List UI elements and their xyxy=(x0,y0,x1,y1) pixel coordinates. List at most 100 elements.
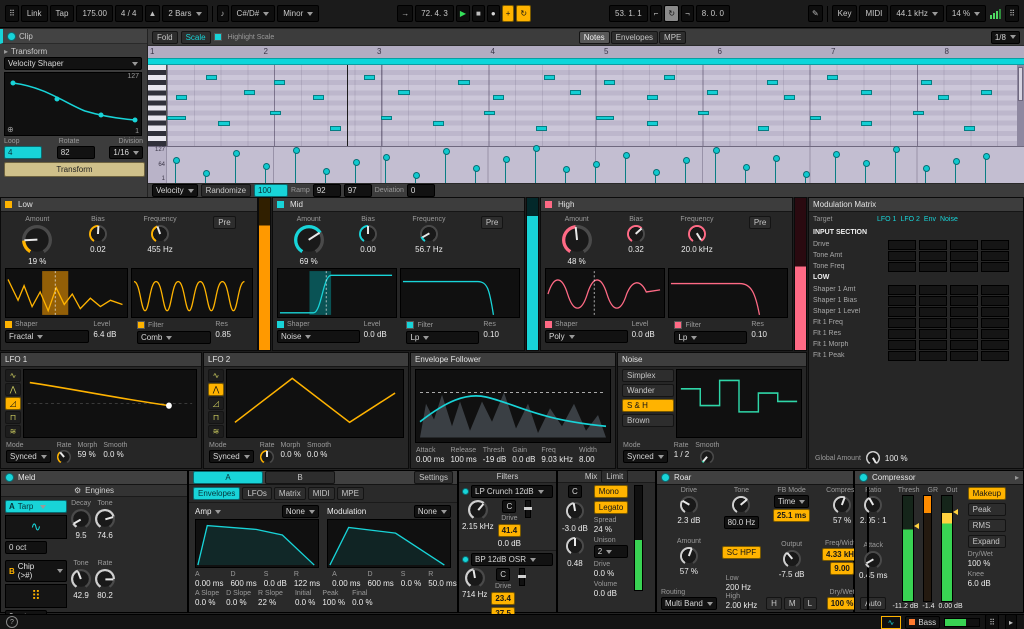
grid-resolution-menu[interactable]: 1/8 xyxy=(991,31,1020,44)
midi-note[interactable] xyxy=(570,90,581,95)
ramp-to-field[interactable]: 97 xyxy=(344,184,372,197)
clip-activator-icon[interactable] xyxy=(7,32,16,41)
midi-note[interactable] xyxy=(784,95,795,100)
bias-knob[interactable] xyxy=(627,225,645,243)
beat-time-ruler[interactable]: 12345678 xyxy=(148,46,1024,58)
param-value[interactable]: 122 ms xyxy=(294,579,320,588)
midi-note[interactable] xyxy=(596,116,615,121)
device-activator[interactable] xyxy=(5,473,14,482)
matrix-amount-cell[interactable] xyxy=(981,251,1009,261)
midi-note[interactable] xyxy=(330,126,341,131)
fb-mode-menu[interactable]: Time xyxy=(774,495,809,508)
velocity-stem[interactable] xyxy=(535,149,536,183)
midi-note[interactable] xyxy=(861,90,872,95)
menu-icon[interactable]: ⠿ xyxy=(5,5,19,22)
matrix-amount-cell[interactable] xyxy=(919,262,947,272)
dry-wet-value[interactable]: 100 % xyxy=(968,559,1006,568)
macro-value[interactable]: 9.5 xyxy=(75,531,86,540)
tempo-field[interactable]: 175.00 xyxy=(76,5,112,22)
ratio-knob[interactable] xyxy=(864,496,882,514)
loop-length-field[interactable]: 8. 0. 0 xyxy=(696,5,730,22)
velocity-stem[interactable] xyxy=(445,152,446,183)
midi-note[interactable] xyxy=(938,95,949,100)
matrix-amount-cell[interactable] xyxy=(888,351,916,361)
mix-drive-value[interactable]: 0.0 % xyxy=(594,569,628,578)
limit-button[interactable]: Limit xyxy=(601,470,628,483)
velocity-stem[interactable] xyxy=(685,161,686,183)
edit-subtab[interactable]: LFOs xyxy=(242,487,272,500)
matrix-amount-cell[interactable] xyxy=(981,240,1009,250)
roar-drive-value[interactable]: 2.3 dB xyxy=(677,516,700,525)
macro-value[interactable]: 80.2 xyxy=(97,591,113,600)
output-handle[interactable] xyxy=(953,509,958,515)
envelope-follower-display[interactable] xyxy=(415,369,611,443)
engine-a-selector[interactable]: ATarp xyxy=(5,500,67,513)
device-activator[interactable] xyxy=(661,473,670,482)
morph-value[interactable]: 59 % xyxy=(77,450,97,459)
filter-freq-value[interactable]: 2.15 kHz xyxy=(462,522,494,531)
filter-activator[interactable] xyxy=(462,556,469,563)
res-value[interactable]: 0.10 xyxy=(483,330,517,339)
matrix-amount-cell[interactable] xyxy=(950,351,978,361)
drive-value[interactable]: 41.4 xyxy=(498,524,522,537)
midi-note[interactable] xyxy=(647,121,658,126)
octave-field[interactable]: 0 oct xyxy=(5,541,47,554)
mod-source-column-label[interactable]: Noise xyxy=(938,214,960,225)
bias-knob[interactable] xyxy=(89,225,107,243)
mix-knob-2-value[interactable]: 0.48 xyxy=(567,559,583,568)
midi-note[interactable] xyxy=(458,80,469,85)
amount-value[interactable]: 69 % xyxy=(300,257,318,266)
macro-knob[interactable] xyxy=(95,509,115,529)
frequency-value[interactable]: 56.7 Hz xyxy=(415,245,443,254)
morph-value[interactable]: 0.0 % xyxy=(280,450,300,459)
param-value[interactable]: 0.0 % xyxy=(401,579,421,588)
unison-menu[interactable]: 2 xyxy=(594,545,628,558)
filter-routing-button[interactable]: C xyxy=(502,500,516,513)
shaper-type-menu[interactable]: Poly xyxy=(545,330,628,343)
scale-button[interactable]: Scale xyxy=(181,31,211,44)
midi-note[interactable] xyxy=(176,95,187,100)
roar-output-knob[interactable] xyxy=(783,550,801,568)
triangle-wave-icon[interactable]: ⋀ xyxy=(5,383,21,396)
transform-tool-menu[interactable]: Velocity Shaper xyxy=(4,57,142,70)
velocity-stem[interactable] xyxy=(925,169,926,183)
crossover-low-value[interactable]: 200 Hz xyxy=(726,583,758,592)
param-value[interactable]: 100 ms xyxy=(450,455,476,464)
matrix-amount-cell[interactable] xyxy=(919,251,947,261)
amount-knob[interactable] xyxy=(294,225,324,255)
time-signature-field[interactable]: 4 / 4 xyxy=(115,5,143,22)
macro-knob[interactable] xyxy=(71,509,91,529)
matrix-amount-cell[interactable] xyxy=(950,340,978,350)
midi-note[interactable] xyxy=(981,90,992,95)
shaper-type-menu[interactable]: Noise xyxy=(277,330,360,343)
matrix-amount-cell[interactable] xyxy=(919,329,947,339)
filter-display[interactable] xyxy=(668,268,788,318)
frequency-value[interactable]: 455 Hz xyxy=(147,245,172,254)
dry-wet-value[interactable]: 100 % xyxy=(827,597,858,610)
loop-brace[interactable] xyxy=(148,58,1024,65)
midi-note[interactable] xyxy=(484,111,495,116)
param-value[interactable]: 0.0 % xyxy=(226,598,251,607)
lfo1-display[interactable] xyxy=(23,369,197,438)
midi-note[interactable] xyxy=(274,80,285,85)
midi-note[interactable] xyxy=(398,90,409,95)
quantize-menu[interactable]: 2 Bars xyxy=(162,5,207,22)
velocity-stem[interactable] xyxy=(355,163,356,183)
filter-mix-slider[interactable] xyxy=(525,500,531,518)
bias-value[interactable]: 0.02 xyxy=(90,245,106,254)
rotate-field[interactable]: 82 xyxy=(57,146,95,159)
midi-note[interactable] xyxy=(861,121,872,126)
velocity-shaper-display[interactable]: ⊕ 127 1 xyxy=(4,72,142,136)
filter-mix-slider[interactable] xyxy=(519,568,525,586)
ramp-from-field[interactable]: 92 xyxy=(313,184,341,197)
midi-note[interactable] xyxy=(544,75,555,80)
midi-note[interactable] xyxy=(810,116,821,121)
midi-note[interactable] xyxy=(964,126,975,131)
matrix-amount-cell[interactable] xyxy=(981,329,1009,339)
compress-value[interactable]: 57 % xyxy=(833,516,851,525)
velocity-stem[interactable] xyxy=(385,158,386,183)
velocity-stem[interactable] xyxy=(985,157,986,183)
macro-value[interactable]: 74.6 xyxy=(97,531,113,540)
expand-button[interactable]: Expand xyxy=(968,535,1006,548)
mod-source-column-label[interactable]: Env xyxy=(922,214,938,225)
